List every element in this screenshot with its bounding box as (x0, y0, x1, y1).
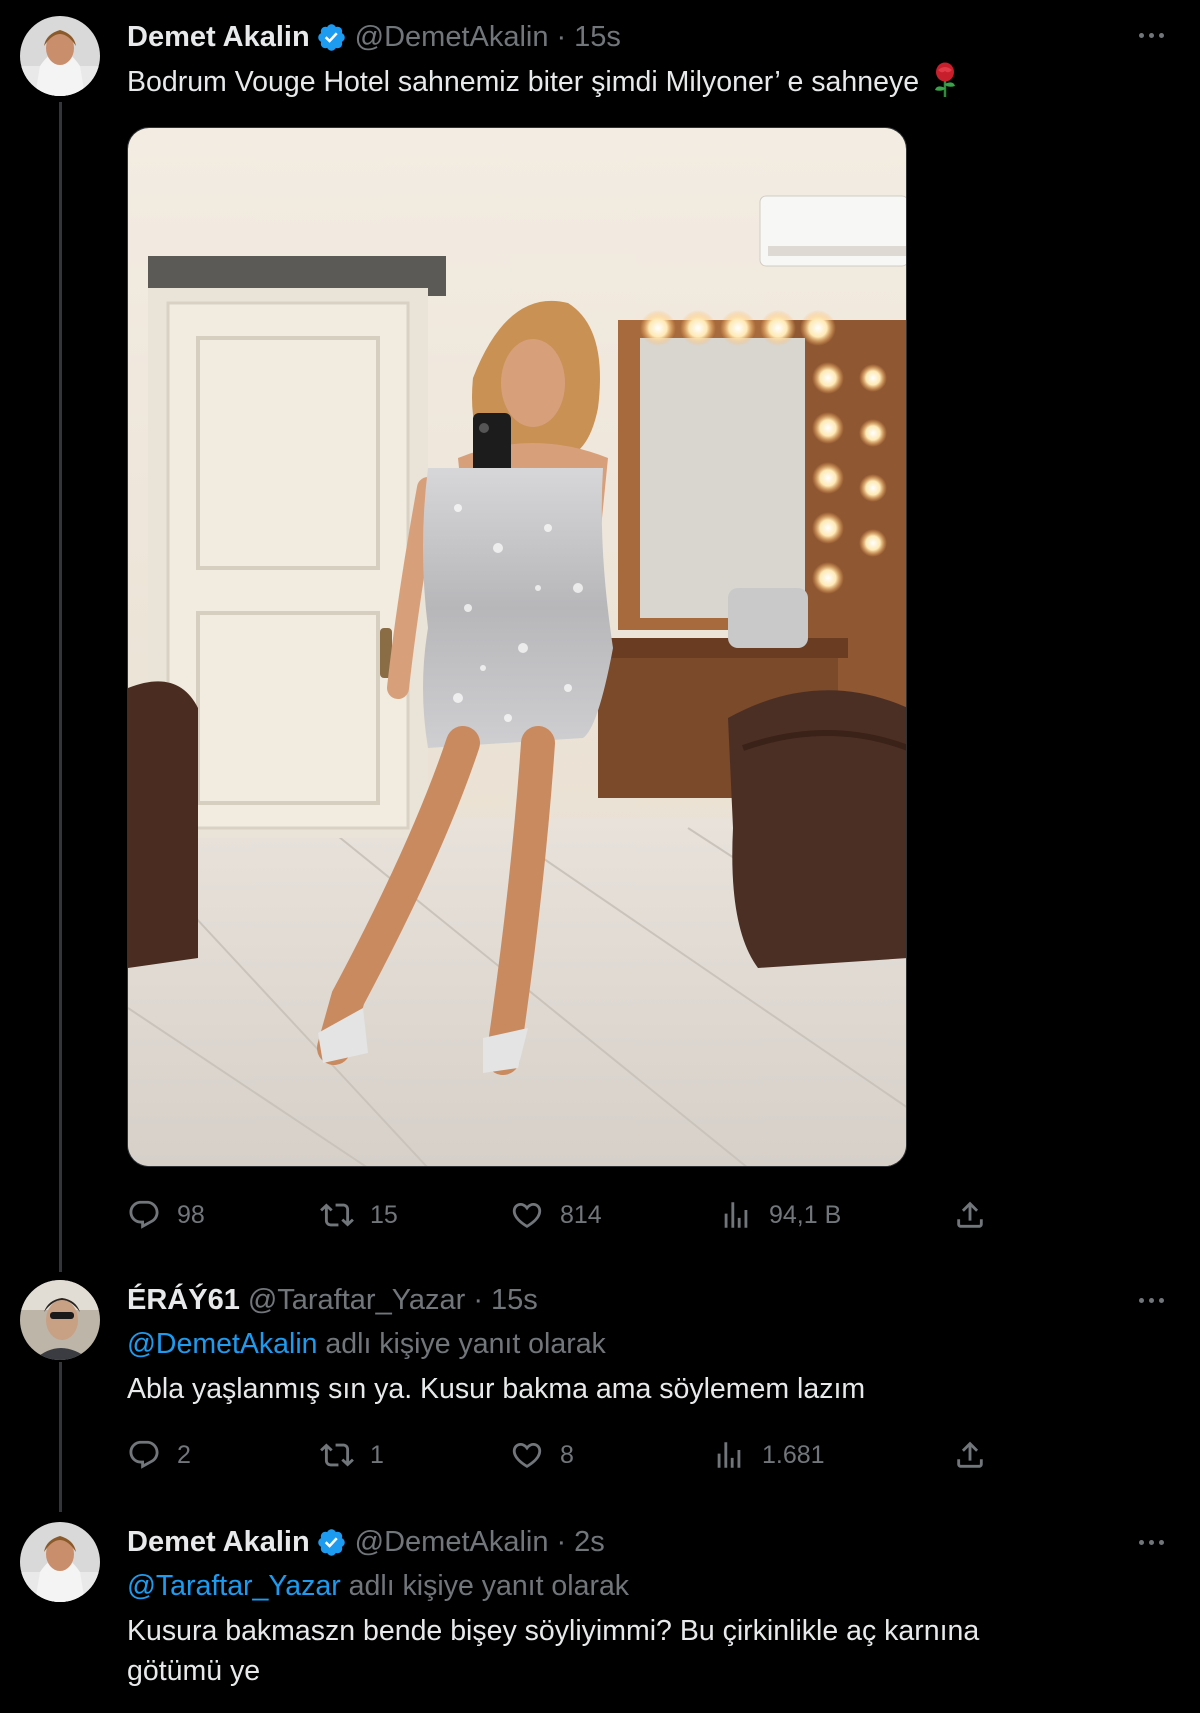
like-button[interactable]: 8 (510, 1435, 574, 1475)
like-icon (512, 1442, 542, 1468)
reply-icon (129, 1200, 159, 1229)
views-button[interactable]: 94,1 B (719, 1195, 841, 1235)
timestamp[interactable]: 2s (574, 1526, 605, 1559)
share-button[interactable] (953, 1435, 987, 1475)
views-icon (724, 1202, 748, 1228)
replying-to: @Taraftar_Yazar adlı kişiye yanıt olarak (127, 1566, 629, 1606)
avatar[interactable] (20, 16, 100, 96)
avatar[interactable] (20, 1280, 100, 1360)
tweet-text-line-1: Kusura bakmaszn bende bişey söyliyimmi? … (127, 1615, 980, 1647)
more-icon[interactable] (1139, 20, 1164, 50)
replying-suffix: adlı kişiye yanıt olarak (317, 1328, 606, 1360)
handle[interactable]: @DemetAkalin (355, 21, 549, 54)
separator: · (556, 20, 567, 53)
display-name[interactable]: Demet Akalin (127, 1526, 310, 1559)
views-count: 94,1 B (769, 1200, 842, 1229)
retweet-button[interactable]: 1 (320, 1435, 384, 1475)
share-icon (957, 1441, 983, 1468)
display-name[interactable]: Demet Akalin (127, 21, 310, 54)
reply-count: 2 (177, 1440, 191, 1469)
timestamp[interactable]: 15s (491, 1284, 538, 1317)
handle[interactable]: @DemetAkalin (355, 1526, 549, 1559)
like-button[interactable]: 814 (510, 1195, 602, 1235)
like-count: 8 (560, 1440, 574, 1469)
rose-emoji (934, 62, 955, 97)
verified-badge-icon (317, 1528, 345, 1556)
more-icon[interactable] (1139, 1285, 1164, 1315)
tweet-body: Bodrum Vouge Hotel sahnemiz biter şimdi … (127, 66, 920, 98)
retweet-count: 15 (370, 1200, 398, 1229)
avatar[interactable] (20, 1522, 100, 1602)
reply-icon (129, 1440, 159, 1469)
tweet-text: Abla yaşlanmış sın ya. Kusur bakma ama s… (127, 1373, 866, 1405)
tweet-original[interactable]: Demet Akalin @DemetAkalin · 15s Bodrum V… (0, 0, 1200, 1250)
separator: · (556, 1525, 567, 1558)
tweet-header: Demet Akalin @DemetAkalin · 2s (127, 1522, 605, 1562)
reply-count: 98 (177, 1200, 205, 1229)
timestamp[interactable]: 15s (574, 21, 621, 54)
like-count: 814 (560, 1200, 602, 1229)
views-button[interactable]: 1.681 (712, 1435, 825, 1475)
display-name[interactable]: ÉRÁÝ61 (127, 1284, 240, 1317)
tweet-text-line-2: götümü ye (127, 1655, 261, 1687)
retweet-icon (320, 1203, 354, 1227)
tweet-text: Bodrum Vouge Hotel sahnemiz biter şimdi … (127, 62, 1127, 102)
like-icon (512, 1202, 542, 1228)
reply-button[interactable]: 2 (127, 1435, 191, 1475)
mention-link[interactable]: @DemetAkalin (127, 1328, 318, 1360)
tweet-photo[interactable] (127, 127, 907, 1167)
action-bar: 98 15 814 94,1 B (127, 1195, 997, 1235)
reply-button[interactable]: 98 (127, 1195, 205, 1235)
tweet-header: Demet Akalin @DemetAkalin · 15s (127, 17, 621, 57)
replying-to: @DemetAkalin adlı kişiye yanıt olarak (127, 1324, 606, 1364)
views-icon (717, 1442, 741, 1468)
verified-badge-icon (317, 23, 345, 51)
retweet-count: 1 (370, 1440, 384, 1469)
action-bar: 2 1 8 1.681 (127, 1435, 997, 1475)
tweet-reply-1[interactable]: ÉRÁÝ61 @Taraftar_Yazar · 15s @DemetAkali… (0, 1272, 1200, 1482)
replying-suffix: adlı kişiye yanıt olarak (340, 1570, 630, 1602)
retweet-icon (320, 1443, 354, 1467)
retweet-button[interactable]: 15 (320, 1195, 398, 1235)
photo-image (128, 128, 906, 1166)
handle[interactable]: @Taraftar_Yazar (248, 1284, 466, 1317)
tweet-reply-2[interactable]: Demet Akalin @DemetAkalin · 2s @Taraftar… (0, 1514, 1200, 1713)
more-icon[interactable] (1139, 1527, 1164, 1557)
tweet-header: ÉRÁÝ61 @Taraftar_Yazar · 15s (127, 1280, 538, 1320)
views-count: 1.681 (762, 1440, 825, 1469)
mention-link[interactable]: @Taraftar_Yazar (127, 1570, 341, 1602)
tweet-text: Kusura bakmaszn bende bişey söyliyimmi? … (127, 1611, 1127, 1691)
share-button[interactable] (953, 1195, 987, 1235)
separator: · (473, 1283, 483, 1316)
share-icon (957, 1201, 983, 1228)
